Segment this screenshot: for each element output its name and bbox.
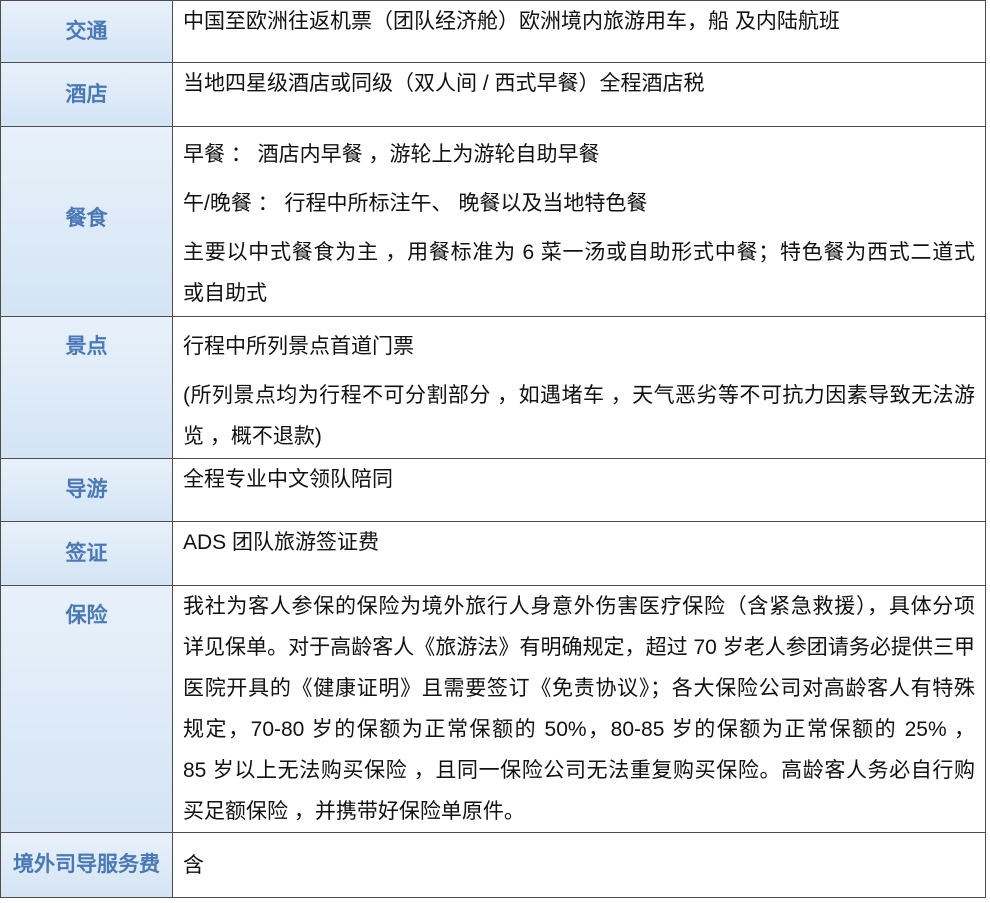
- content-line: 详见保单。对于高龄客人《旅游法》有明确规定，超过 70 岁老人参团请务必提供三甲: [183, 636, 975, 659]
- label-cell-insurance: 保险: [1, 586, 173, 832]
- content-paragraph: 全程专业中文领队陪同: [183, 459, 975, 500]
- content-paragraph: 含: [183, 845, 975, 886]
- content-line: 我社为客人参保的保险为境外旅行人身意外伤害医疗保险（含紧急救援），具体分项: [183, 595, 975, 618]
- content-paragraph: 行程中所列景点首道门票: [183, 326, 975, 367]
- label-hotel: 酒店: [65, 82, 108, 106]
- label-transport: 交通: [65, 19, 108, 43]
- content-cell-driver-guide-service-fee: 含: [173, 833, 985, 897]
- row-attractions: 景点 行程中所列景点首道门票 (所列景点均为行程不可分割部分 ，如遇堵车 ，天气…: [1, 317, 985, 459]
- content-cell-guide: 全程专业中文领队陪同: [173, 459, 985, 521]
- content-paragraph: (所列景点均为行程不可分割部分 ，如遇堵车 ，天气恶劣等不可抗力因素导致无法游 …: [183, 375, 975, 457]
- row-transport: 交通 中国至欧洲往返机票（团队经济舱）欧洲境内旅游用车，船 及内陆航班: [1, 1, 985, 63]
- label-guide: 导游: [65, 478, 108, 501]
- content-line: 主要以中式餐食为主 ，用餐标准为 6 菜一汤或自助形式中餐；特色餐为西式二道式: [183, 241, 975, 264]
- tour-inclusions-table: 交通 中国至欧洲往返机票（团队经济舱）欧洲境内旅游用车，船 及内陆航班 酒店 当…: [0, 0, 986, 898]
- content-line: 买足额保险 ，并携带好保险单原件。: [183, 800, 525, 823]
- content-line: 当地四星级酒店或同级（双人间 / 西式早餐）全程酒店税: [183, 72, 705, 95]
- label-driver-guide-service-fee: 境外司导服务费: [13, 853, 160, 876]
- row-meals: 餐食 早餐 ： 酒店内早餐 ，游轮上为游轮自助早餐 午/晚餐 ： 行程中所标注午…: [1, 127, 985, 317]
- content-paragraph: 主要以中式餐食为主 ，用餐标准为 6 菜一汤或自助形式中餐；特色餐为西式二道式 …: [183, 232, 975, 314]
- content-paragraph: 我社为客人参保的保险为境外旅行人身意外伤害医疗保险（含紧急救援），具体分项 详见…: [183, 586, 975, 832]
- content-line: 或自助式: [183, 282, 267, 305]
- label-insurance: 保险: [65, 604, 108, 627]
- label-cell-hotel: 酒店: [1, 63, 173, 126]
- content-cell-hotel: 当地四星级酒店或同级（双人间 / 西式早餐）全程酒店税: [173, 63, 985, 126]
- row-visa: 签证 ADS 团队旅游签证费: [1, 522, 985, 586]
- row-hotel: 酒店 当地四星级酒店或同级（双人间 / 西式早餐）全程酒店税: [1, 63, 985, 127]
- label-meals: 餐食: [65, 206, 108, 230]
- content-paragraph: 早餐 ： 酒店内早餐 ，游轮上为游轮自助早餐: [183, 134, 975, 175]
- label-cell-visa: 签证: [1, 522, 173, 585]
- content-cell-visa: ADS 团队旅游签证费: [173, 522, 985, 585]
- content-cell-meals: 早餐 ： 酒店内早餐 ，游轮上为游轮自助早餐 午/晚餐 ： 行程中所标注午、 晚…: [173, 127, 985, 316]
- label-cell-driver-guide-service-fee: 境外司导服务费: [1, 833, 173, 897]
- content-line: (所列景点均为行程不可分割部分 ，如遇堵车 ，天气恶劣等不可抗力因素导致无法游: [183, 384, 975, 407]
- row-driver-guide-service-fee: 境外司导服务费 含: [1, 833, 985, 897]
- content-line: 规定，70-80 岁的保额为正常保额的 50%，80-85 岁的保额为正常保额的…: [183, 718, 975, 741]
- label-cell-transport: 交通: [1, 1, 173, 62]
- content-line: 早餐 ： 酒店内早餐 ，游轮上为游轮自助早餐: [183, 143, 600, 166]
- label-attractions: 景点: [65, 335, 108, 358]
- row-guide: 导游 全程专业中文领队陪同: [1, 459, 985, 522]
- content-line: 午/晚餐 ： 行程中所标注午、 晚餐以及当地特色餐: [183, 192, 648, 215]
- content-line: 全程专业中文领队陪同: [183, 468, 393, 491]
- content-paragraph: 中国至欧洲往返机票（团队经济舱）欧洲境内旅游用车，船 及内陆航班: [183, 1, 975, 42]
- label-visa: 签证: [65, 541, 108, 565]
- content-line: 览 ，概不退款): [183, 425, 322, 448]
- content-cell-transport: 中国至欧洲往返机票（团队经济舱）欧洲境内旅游用车，船 及内陆航班: [173, 1, 985, 62]
- content-cell-attractions: 行程中所列景点首道门票 (所列景点均为行程不可分割部分 ，如遇堵车 ，天气恶劣等…: [173, 317, 985, 458]
- label-cell-guide: 导游: [1, 459, 173, 521]
- content-line: 含: [183, 853, 204, 877]
- content-line: 行程中所列景点首道门票: [183, 335, 414, 358]
- label-cell-attractions: 景点: [1, 317, 173, 458]
- content-cell-insurance: 我社为客人参保的保险为境外旅行人身意外伤害医疗保险（含紧急救援），具体分项 详见…: [173, 586, 985, 832]
- content-line: 85 岁以上无法购买保险 ，且同一保险公司无法重复购买保险。高龄客人务必自行购: [183, 759, 975, 782]
- content-line: 中国至欧洲往返机票（团队经济舱）欧洲境内旅游用车，船 及内陆航班: [183, 10, 840, 33]
- content-line: ADS 团队旅游签证费: [183, 531, 380, 554]
- label-cell-meals: 餐食: [1, 127, 173, 316]
- content-paragraph: 当地四星级酒店或同级（双人间 / 西式早餐）全程酒店税: [183, 63, 975, 104]
- row-insurance: 保险 我社为客人参保的保险为境外旅行人身意外伤害医疗保险（含紧急救援），具体分项…: [1, 586, 985, 833]
- content-paragraph: ADS 团队旅游签证费: [183, 522, 975, 563]
- content-line: 医院开具的《健康证明》且需要签订《免责协议》；各大保险公司对高龄客人有特殊: [183, 677, 975, 700]
- content-paragraph: 午/晚餐 ： 行程中所标注午、 晚餐以及当地特色餐: [183, 183, 975, 224]
